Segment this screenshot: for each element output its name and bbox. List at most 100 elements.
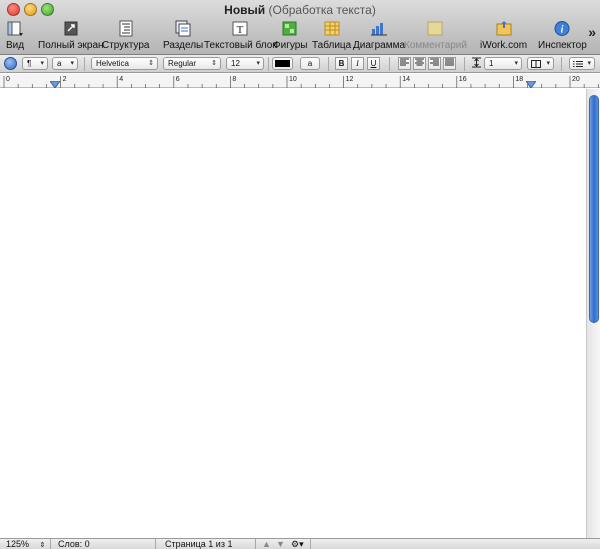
ruler-scale: 0 2 4 6 8 10 12 14 16 18 20 (3, 76, 599, 88)
align-center-button[interactable] (413, 57, 426, 70)
sections-icon (175, 20, 191, 37)
previous-page-icon[interactable]: ▲ (262, 539, 271, 549)
info-icon: i (554, 21, 570, 36)
next-page-icon[interactable]: ▼ (276, 539, 285, 549)
updown-arrows-icon: ⇕ (148, 60, 154, 67)
paragraph-style-popup[interactable]: ¶ ▾ (22, 57, 48, 70)
toolbar-view-button[interactable]: Вид (6, 20, 24, 51)
chevron-down-icon: ▾ (587, 60, 591, 67)
character-style-value: a (57, 59, 62, 68)
iwork-share-icon (496, 21, 512, 36)
chevron-down-icon: ▾ (546, 60, 550, 67)
separator (84, 57, 85, 71)
horizontal-ruler[interactable]: 0 2 4 6 8 10 12 14 16 18 20 (0, 74, 600, 88)
shapes-icon (282, 21, 297, 36)
vertical-scrollbar[interactable] (586, 89, 600, 538)
separator (328, 57, 329, 71)
line-spacing-value: 1 (489, 59, 494, 68)
toolbar-comment-button[interactable]: Комментарий (404, 20, 467, 51)
separator (50, 539, 51, 549)
ruler-label: 4 (119, 76, 123, 83)
align-right-icon (430, 58, 439, 66)
document-title: Новый (224, 3, 266, 17)
toolbar-table-label: Таблица (312, 40, 352, 51)
bold-button[interactable]: B (335, 57, 348, 70)
highlight-color-well[interactable]: a (300, 57, 320, 70)
separator (310, 539, 311, 549)
gear-icon[interactable]: ⚙▾ (291, 539, 304, 549)
updown-arrows-icon: ⇕ (211, 60, 217, 67)
document-mode: (Обработка текста) (268, 3, 376, 17)
ruler-label: 14 (402, 76, 410, 83)
toolbar-textbox-button[interactable]: T Текстовый блок (204, 20, 277, 51)
ruler-label: 18 (515, 76, 523, 83)
toolbar-fullscreen-button[interactable]: Полный экран (38, 20, 104, 51)
toolbar-chart-button[interactable]: Диаграмма (353, 20, 405, 51)
toolbar-chart-label: Диаграмма (353, 40, 406, 51)
align-justify-icon (445, 58, 454, 66)
italic-button[interactable]: I (351, 57, 364, 70)
toolbar-comment-label: Комментарий (404, 40, 467, 51)
columns-popup[interactable]: ▾ (527, 57, 554, 70)
separator (268, 57, 269, 71)
table-icon (324, 21, 340, 36)
bulleted-list-icon (573, 61, 583, 67)
character-style-popup[interactable]: a ▾ (52, 57, 78, 70)
document-canvas[interactable] (0, 89, 586, 538)
line-spacing-icon (470, 57, 483, 70)
chevron-down-icon: ▾ (70, 60, 74, 67)
ruler-label: 10 (289, 76, 297, 83)
font-style-popup[interactable]: Regular ⇕ (163, 57, 221, 70)
font-style-value: Regular (168, 59, 197, 68)
ruler-label: 16 (459, 76, 467, 83)
underline-button[interactable]: U (367, 57, 380, 70)
ruler-label: 0 (6, 76, 10, 83)
text-color-well[interactable] (272, 57, 293, 70)
align-center-icon (415, 58, 424, 66)
toolbar-table-button[interactable]: Таблица (312, 20, 351, 51)
show-styles-drawer-icon[interactable] (4, 57, 17, 70)
svg-text:T: T (237, 24, 244, 36)
chart-icon (371, 23, 387, 36)
comment-icon (427, 21, 443, 36)
font-family-value: Helvetica (96, 59, 129, 68)
align-left-button[interactable] (398, 57, 411, 70)
toolbar-inspector-button[interactable]: i Инспектор (538, 20, 587, 51)
font-family-popup[interactable]: Helvetica ⇕ (91, 57, 158, 70)
text-color-swatch (275, 60, 290, 67)
list-style-popup[interactable]: ▾ (569, 57, 595, 70)
toolbar-sections-button[interactable]: Разделы (163, 20, 203, 51)
line-spacing-popup[interactable]: 1 ▾ (484, 57, 522, 70)
align-left-icon (400, 58, 409, 66)
updown-arrows-icon: ⇕ (39, 542, 46, 549)
toolbar-fullscreen-label: Полный экран (38, 40, 104, 51)
word-count: Слов: 0 (58, 539, 90, 549)
chevron-down-icon: ▾ (256, 60, 260, 67)
left-indent-marker-icon[interactable] (50, 81, 60, 88)
scrollbar-thumb[interactable] (589, 95, 599, 323)
toolbar-overflow-button[interactable]: » (588, 24, 596, 40)
right-indent-marker-icon[interactable] (526, 81, 536, 88)
ruler-label: 12 (346, 76, 354, 83)
ruler-label: 6 (176, 76, 180, 83)
ruler-label: 20 (572, 76, 580, 83)
toolbar-outline-button[interactable]: Структура (102, 20, 149, 51)
toolbar-textbox-label: Текстовый блок (204, 40, 277, 51)
ruler-label: 8 (232, 76, 236, 83)
view-icon (7, 21, 24, 36)
zoom-value: 125% (6, 539, 30, 549)
status-bar: 125% ⇕ Слов: 0 Страница 1 из 1 ▲ ▼ ⚙▾ (0, 538, 600, 549)
align-justify-button[interactable] (443, 57, 456, 70)
columns-icon (531, 60, 541, 68)
zoom-popup[interactable]: 125% ⇕ (6, 539, 45, 549)
toolbar-iwork-label: iWork.com (480, 40, 528, 51)
highlight-color-label: a (307, 59, 313, 68)
fullscreen-icon (64, 21, 78, 36)
chevron-down-icon: ▾ (40, 60, 44, 67)
toolbar-iwork-button[interactable]: iWork.com (480, 20, 527, 51)
font-size-combo[interactable]: 12 ▾ (226, 57, 264, 70)
window-titlebar: Новый (Обработка текста) Вид Полный экра… (0, 0, 600, 55)
toolbar-inspector-label: Инспектор (538, 40, 587, 51)
align-right-button[interactable] (428, 57, 441, 70)
toolbar-shapes-button[interactable]: Фигуры (273, 20, 307, 51)
